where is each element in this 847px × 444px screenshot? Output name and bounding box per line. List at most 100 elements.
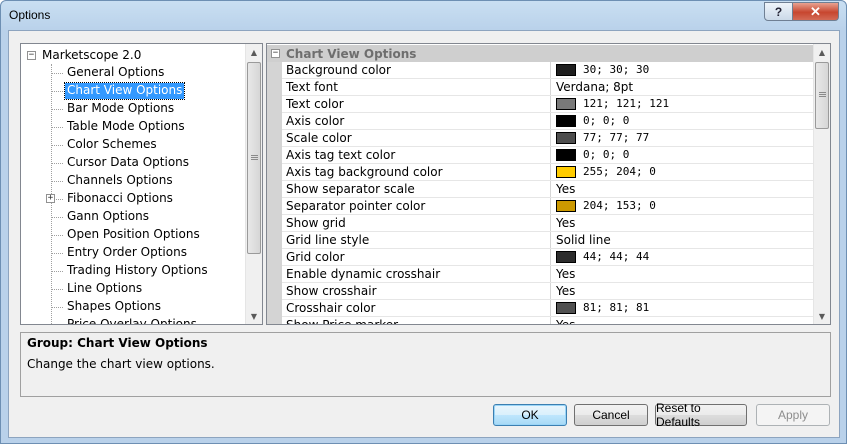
property-row[interactable]: Background color 30; 30; 30	[282, 62, 813, 79]
property-row[interactable]: Text font Verdana; 8pt	[282, 79, 813, 96]
property-row[interactable]: Show grid Yes	[282, 215, 813, 232]
tree-item[interactable]: Line Options	[51, 280, 241, 298]
collapse-icon[interactable]: −	[271, 49, 280, 58]
category-header[interactable]: − Chart View Options	[267, 45, 813, 62]
property-name: Axis color	[282, 113, 551, 129]
grid-scrollbar[interactable]: ▲ ▼	[813, 44, 830, 324]
tree-item-label: Channels Options	[67, 173, 173, 187]
tree-item[interactable]: + Fibonacci Options	[46, 190, 241, 208]
property-row[interactable]: Text color 121; 121; 121	[282, 96, 813, 113]
tree-item-label: Entry Order Options	[67, 245, 187, 259]
reset-to-defaults-button[interactable]: Reset to Defaults	[655, 401, 747, 429]
tree-scrollbar[interactable]: ▲ ▼	[245, 44, 262, 324]
cancel-button[interactable]: Cancel	[574, 404, 648, 426]
property-value[interactable]: 81; 81; 81	[552, 300, 813, 316]
scroll-up-arrow-icon[interactable]: ▲	[246, 44, 262, 60]
tree-connector	[51, 145, 63, 146]
property-value-text: 81; 81; 81	[583, 301, 650, 314]
apply-button[interactable]: Apply	[756, 404, 830, 426]
tree-connector	[51, 163, 63, 164]
property-value[interactable]: 121; 121; 121	[552, 96, 813, 112]
tree-connector	[51, 253, 63, 254]
property-grid: − Chart View Options Background color 30;…	[266, 43, 831, 325]
tree-root-label: Marketscope 2.0	[42, 48, 142, 62]
property-value[interactable]: Yes	[552, 181, 813, 197]
title-bar[interactable]: Options ? ✕	[1, 1, 846, 29]
property-row[interactable]: Scale color 77; 77; 77	[282, 130, 813, 147]
close-button[interactable]: ✕	[792, 2, 839, 21]
property-value-text: Yes	[556, 317, 575, 324]
property-name: Show grid	[282, 215, 551, 231]
property-value[interactable]: 204; 153; 0	[552, 198, 813, 214]
collapse-icon[interactable]: −	[27, 50, 36, 60]
property-row[interactable]: Axis tag text color 0; 0; 0	[282, 147, 813, 164]
grid-scroll-thumb[interactable]	[815, 62, 829, 129]
tree-item[interactable]: Entry Order Options	[51, 244, 241, 262]
property-row[interactable]: Show Price marker Yes	[282, 317, 813, 324]
property-name: Text font	[282, 79, 551, 95]
scroll-down-arrow-icon[interactable]: ▼	[246, 308, 262, 324]
property-value[interactable]: Yes	[552, 215, 813, 231]
tree-list: − Marketscope 2.0 General Options Chart V…	[21, 44, 245, 324]
expand-icon[interactable]: +	[46, 194, 55, 203]
property-value[interactable]: 0; 0; 0	[552, 147, 813, 163]
tree-item-label: Color Schemes	[67, 137, 157, 151]
tree-item[interactable]: Open Position Options	[51, 226, 241, 244]
property-row[interactable]: Grid line style Solid line	[282, 232, 813, 249]
tree-item[interactable]: Shapes Options	[51, 298, 241, 316]
property-row[interactable]: Show separator scale Yes	[282, 181, 813, 198]
property-value[interactable]: Solid line	[552, 232, 813, 248]
tree-item[interactable]: Cursor Data Options	[51, 154, 241, 172]
tree-item[interactable]: Bar Mode Options	[51, 100, 241, 118]
property-value[interactable]: Verdana; 8pt	[552, 79, 813, 95]
property-row[interactable]: Axis color 0; 0; 0	[282, 113, 813, 130]
tree-item[interactable]: Channels Options	[51, 172, 241, 190]
grid-gutter	[267, 62, 282, 324]
property-value[interactable]: 0; 0; 0	[552, 113, 813, 129]
tree-connector	[51, 109, 63, 110]
description-panel: Group: Chart View Options Change the cha…	[20, 332, 831, 397]
tree-item[interactable]: Color Schemes	[51, 136, 241, 154]
color-swatch	[556, 64, 576, 76]
property-row[interactable]: Separator pointer color 204; 153; 0	[282, 198, 813, 215]
tree-connector	[51, 91, 63, 92]
property-value[interactable]: 30; 30; 30	[552, 62, 813, 78]
property-value-text: Yes	[556, 216, 576, 230]
property-value-text: 255; 204; 0	[583, 165, 656, 178]
property-value[interactable]: 77; 77; 77	[552, 130, 813, 146]
tree-item[interactable]: General Options	[51, 64, 241, 82]
property-value[interactable]: Yes	[552, 283, 813, 299]
property-row[interactable]: Crosshair color 81; 81; 81	[282, 300, 813, 317]
color-swatch	[556, 200, 576, 212]
tree-root[interactable]: − Marketscope 2.0	[27, 46, 141, 64]
property-row[interactable]: Axis tag background color 255; 204; 0	[282, 164, 813, 181]
tree-item[interactable]: Price Overlay Options	[51, 316, 241, 324]
tree-item-label: Line Options	[67, 281, 143, 295]
property-row[interactable]: Grid color 44; 44; 44	[282, 249, 813, 266]
property-value-text: Yes	[556, 182, 576, 196]
tree-item-label: Trading History Options	[67, 263, 208, 277]
property-value[interactable]: Yes	[552, 266, 813, 282]
property-name: Show Price marker	[282, 317, 551, 324]
property-name: Enable dynamic crosshair	[282, 266, 551, 282]
ok-button[interactable]: OK	[493, 404, 567, 426]
scroll-down-arrow-icon[interactable]: ▼	[814, 308, 830, 324]
tree-item[interactable]: Gann Options	[51, 208, 241, 226]
tree-item[interactable]: Trading History Options	[51, 262, 241, 280]
property-row[interactable]: Show crosshair Yes	[282, 283, 813, 300]
category-label: Chart View Options	[286, 46, 417, 61]
property-value-text: 30; 30; 30	[583, 63, 650, 76]
property-name: Grid line style	[282, 232, 551, 248]
property-row[interactable]: Enable dynamic crosshair Yes	[282, 266, 813, 283]
property-name: Show crosshair	[282, 283, 551, 299]
property-name: Axis tag background color	[282, 164, 551, 180]
tree-item[interactable]: Table Mode Options	[51, 118, 241, 136]
scroll-up-arrow-icon[interactable]: ▲	[814, 44, 830, 60]
property-value[interactable]: 255; 204; 0	[552, 164, 813, 180]
tree-item[interactable]: Chart View Options	[51, 82, 241, 100]
dialog-client-area: − Marketscope 2.0 General Options Chart V…	[8, 30, 840, 438]
property-value[interactable]: Yes	[552, 317, 813, 324]
property-value[interactable]: 44; 44; 44	[552, 249, 813, 265]
help-button[interactable]: ?	[764, 2, 793, 21]
tree-scroll-thumb[interactable]	[247, 62, 261, 254]
